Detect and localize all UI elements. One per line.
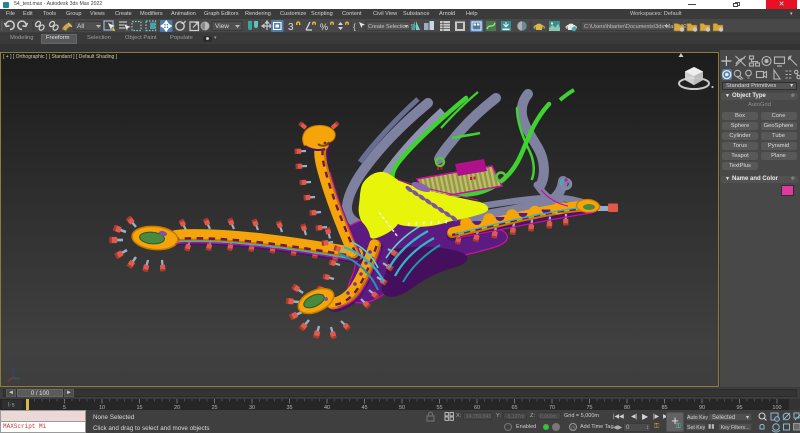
svg-text:3: 3 bbox=[288, 22, 294, 33]
svg-text:Create Selection Se: Create Selection Se bbox=[368, 24, 417, 30]
svg-text:All: All bbox=[77, 23, 85, 30]
svg-text:View: View bbox=[215, 23, 229, 30]
svg-text:{: { bbox=[353, 22, 356, 32]
svg-text:%: % bbox=[320, 22, 328, 32]
svg-text:I·s: I·s bbox=[8, 403, 15, 409]
